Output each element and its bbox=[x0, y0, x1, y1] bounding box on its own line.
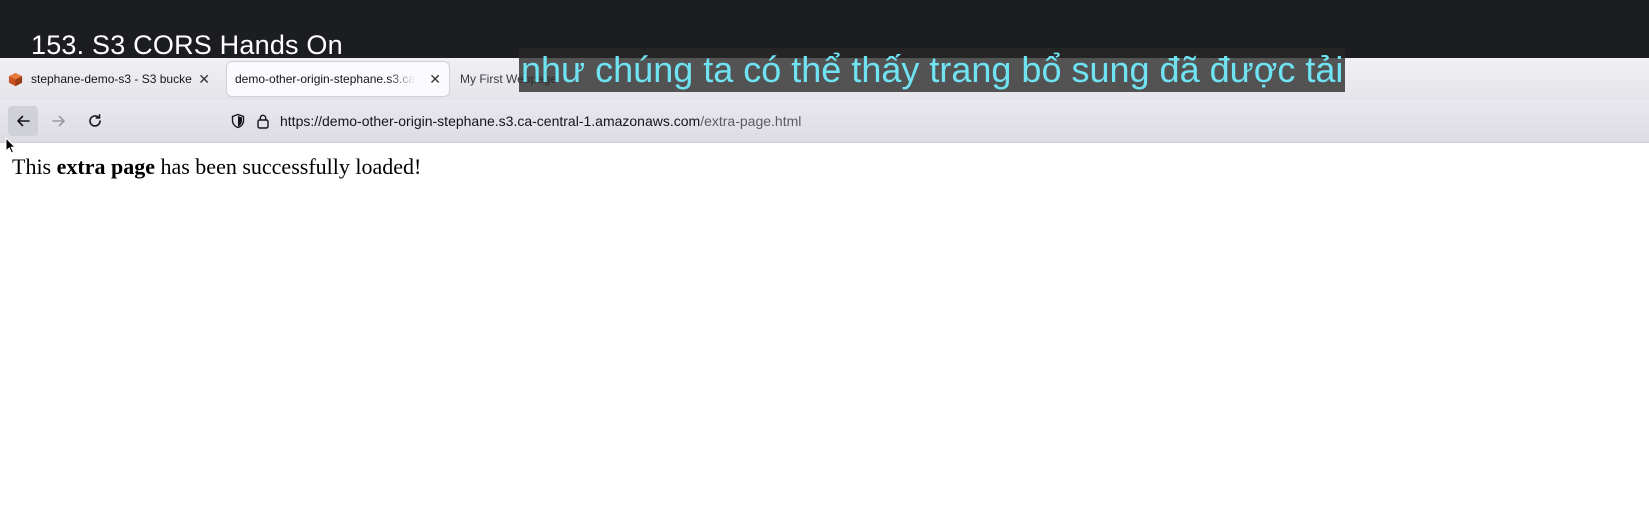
content-text-prefix: This bbox=[12, 154, 57, 179]
s3-bucket-icon bbox=[8, 72, 23, 86]
navigation-toolbar: https://demo-other-origin-stephane.s3.ca… bbox=[0, 100, 1649, 143]
reload-button[interactable] bbox=[80, 106, 110, 136]
subtitle-caption: như chúng ta có thể thấy trang bổ sung đ… bbox=[519, 48, 1346, 92]
back-button[interactable] bbox=[8, 106, 38, 136]
close-icon[interactable]: ✕ bbox=[192, 71, 210, 88]
tab-extra-page[interactable]: demo-other-origin-stephane.s3.ca-central… bbox=[227, 62, 449, 96]
url-path: /extra-page.html bbox=[700, 113, 802, 129]
url-host: https://demo-other-origin-stephane.s3.ca… bbox=[280, 113, 701, 129]
arrow-left-icon bbox=[17, 115, 30, 127]
forward-button[interactable] bbox=[44, 106, 74, 136]
mouse-cursor-icon bbox=[5, 137, 17, 154]
tab-label: stephane-demo-s3 - S3 bucket bbox=[31, 72, 193, 86]
tab-s3-bucket[interactable]: stephane-demo-s3 - S3 bucket ✕ bbox=[0, 62, 218, 96]
address-bar[interactable]: https://demo-other-origin-stephane.s3.ca… bbox=[230, 106, 1649, 136]
video-title: 153. S3 CORS Hands On bbox=[31, 30, 343, 60]
reload-icon bbox=[89, 114, 101, 127]
close-icon[interactable]: ✕ bbox=[423, 71, 441, 88]
tab-label: demo-other-origin-stephane.s3.ca-central… bbox=[235, 72, 415, 86]
content-text-suffix: has been successfully loaded! bbox=[154, 154, 422, 179]
lock-icon[interactable] bbox=[256, 113, 270, 129]
shield-icon[interactable] bbox=[230, 113, 246, 129]
page-content: This extra page has been successfully lo… bbox=[12, 154, 421, 180]
content-bold-text: extra page bbox=[56, 154, 155, 179]
arrow-right-icon bbox=[52, 115, 65, 127]
